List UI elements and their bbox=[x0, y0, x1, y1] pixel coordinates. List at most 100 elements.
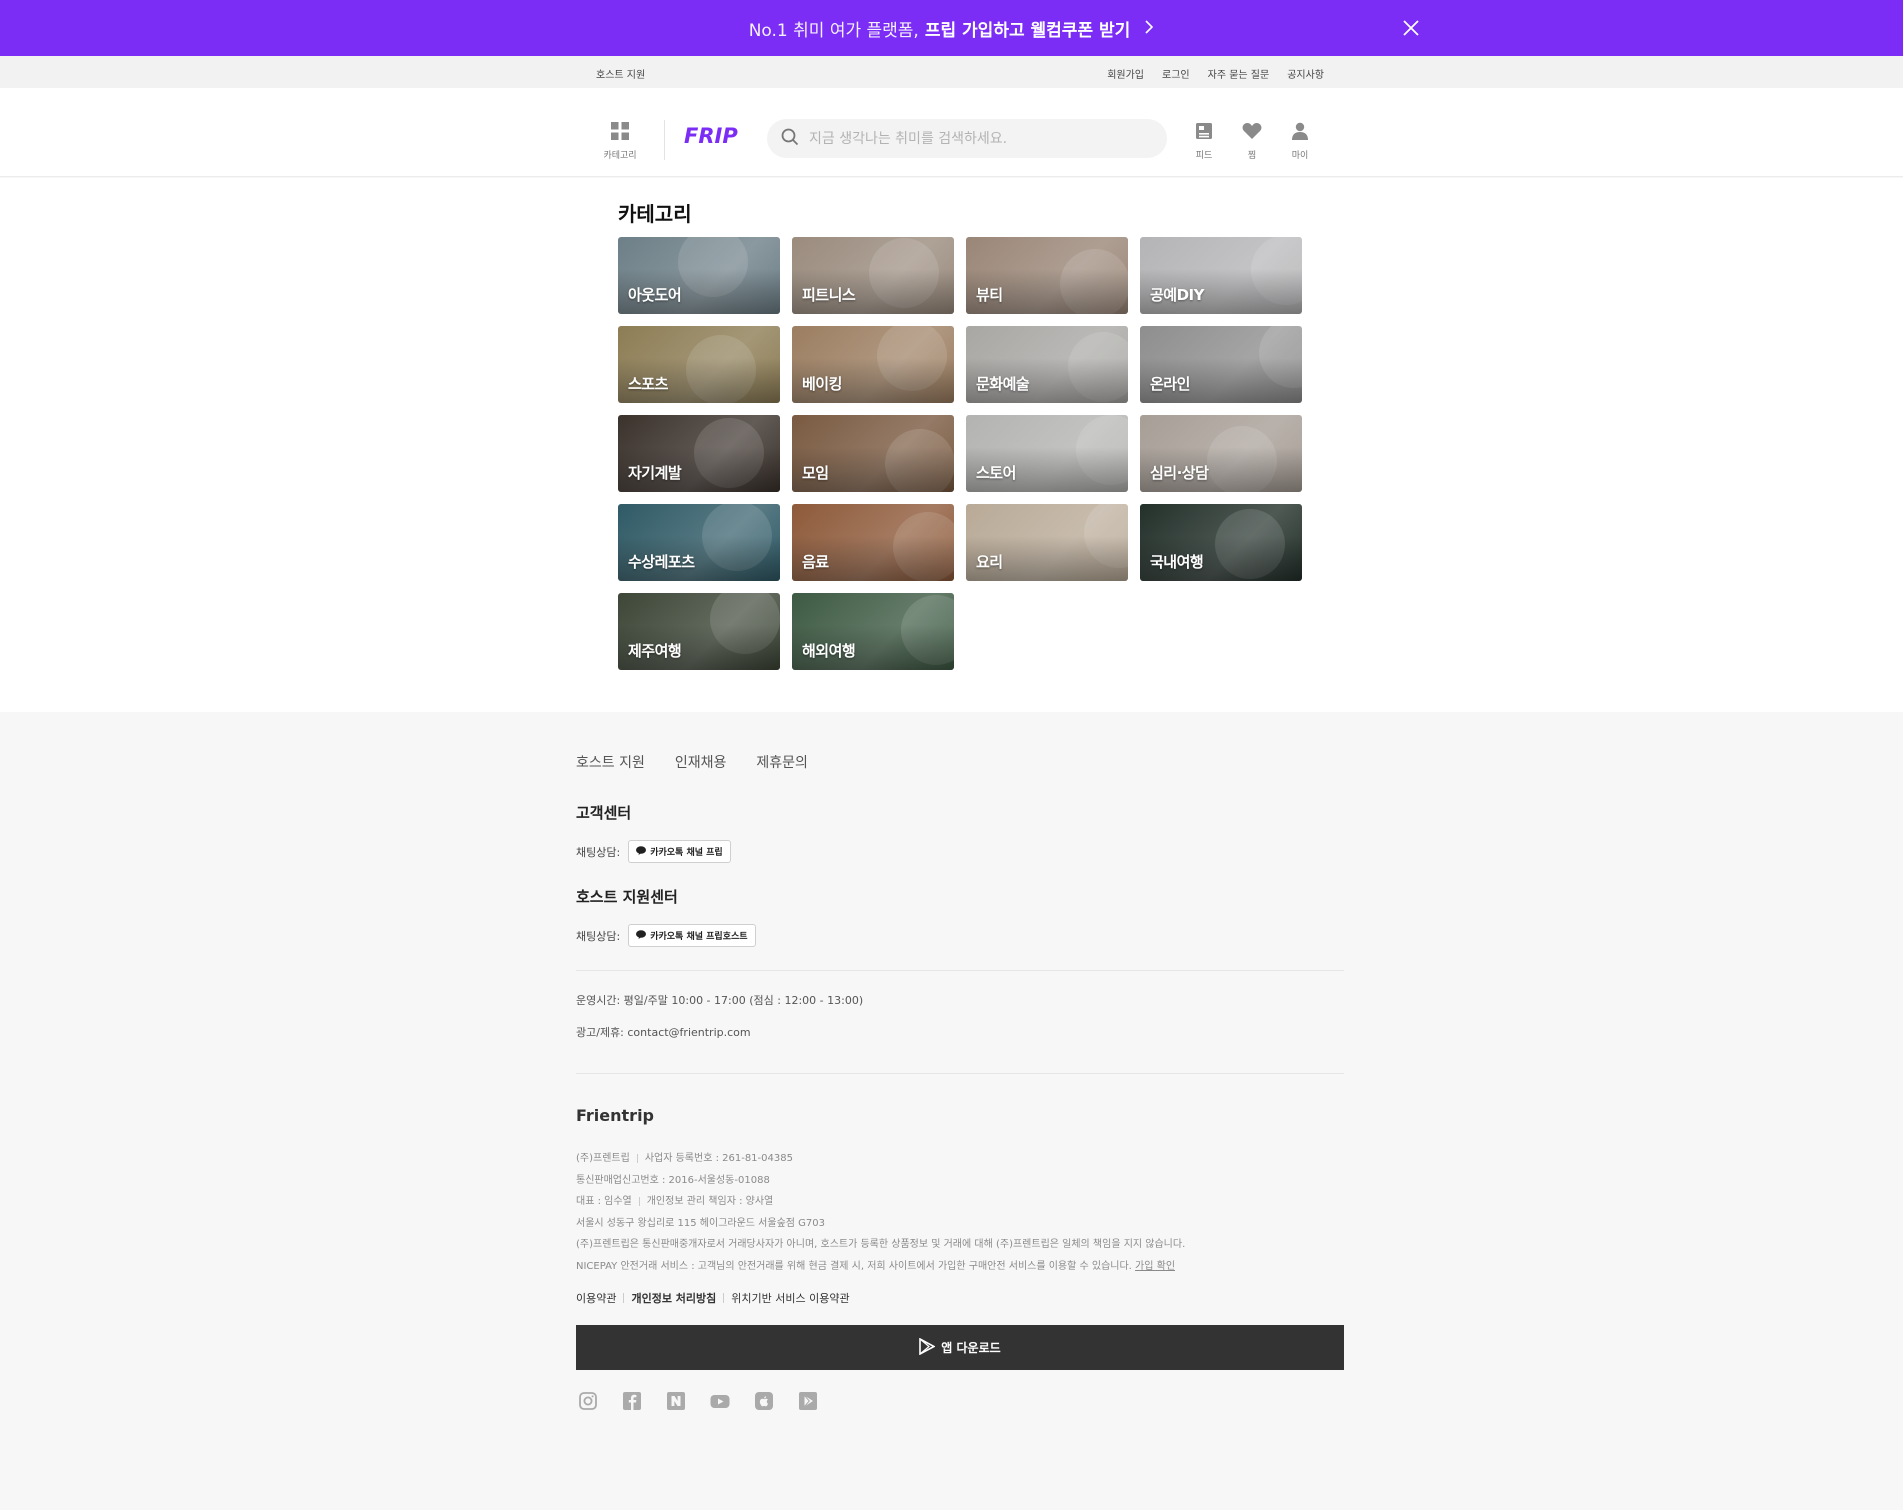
category-tile[interactable]: 온라인 bbox=[1140, 326, 1302, 403]
category-tile[interactable]: 베이킹 bbox=[792, 326, 954, 403]
login-link[interactable]: 로그인 bbox=[1162, 66, 1190, 81]
footer-partnership-link[interactable]: 제휴문의 bbox=[756, 752, 808, 772]
wishlist-label: 찜 bbox=[1247, 151, 1257, 161]
tile-image-placeholder bbox=[869, 238, 939, 308]
chat-bubble-icon bbox=[636, 929, 647, 942]
operating-hours: 운영시간: 평일/주말 10:00 - 17:00 (점심 : 12:00 - … bbox=[576, 994, 864, 1007]
legal-info: (주)프렌트립 사업자 등록번호 : 261-81-04385 통신판매업신고번호… bbox=[576, 1148, 1185, 1277]
svg-text:FRIP: FRIP bbox=[684, 124, 738, 146]
ceo-name: 대표 : 임수열 bbox=[576, 1196, 632, 1207]
privacy-policy-link[interactable]: 개인정보 처리방침 bbox=[631, 1290, 716, 1306]
chevron-right-icon bbox=[1144, 18, 1154, 39]
category-tile[interactable]: 음료 bbox=[792, 504, 954, 581]
location-terms-link[interactable]: 위치기반 서비스 이용약관 bbox=[731, 1290, 849, 1306]
category-tile[interactable]: 문화예술 bbox=[966, 326, 1128, 403]
notice-link[interactable]: 공지사항 bbox=[1287, 66, 1324, 81]
customer-chat-row: 채팅상담: 카카오톡 채널 프립 bbox=[576, 840, 731, 863]
search-input[interactable] bbox=[809, 130, 1129, 147]
my-page-button[interactable]: 마이 bbox=[1286, 122, 1314, 161]
tile-image-placeholder bbox=[1084, 504, 1128, 568]
tile-image-placeholder bbox=[893, 512, 954, 581]
promo-banner[interactable]: No.1 취미 여가 플랫폼, 프립 가입하고 웰컴쿠폰 받기 bbox=[0, 0, 1903, 56]
category-label: 온라인 bbox=[1150, 375, 1190, 393]
frip-logo[interactable]: FRIP bbox=[684, 124, 754, 150]
host-center-title: 호스트 지원센터 bbox=[576, 888, 678, 906]
footer-host-support-link[interactable]: 호스트 지원 bbox=[576, 752, 645, 772]
promo-text: No.1 취미 여가 플랫폼, bbox=[748, 20, 919, 41]
search-icon bbox=[781, 128, 799, 150]
wishlist-button[interactable]: 찜 bbox=[1238, 122, 1266, 161]
category-tile[interactable]: 국내여행 bbox=[1140, 504, 1302, 581]
category-tile[interactable]: 스토어 bbox=[966, 415, 1128, 492]
footer-divider bbox=[576, 1073, 1344, 1074]
header-icons: 피드 찜 마이 bbox=[1190, 122, 1314, 161]
footer-brand: Frientrip bbox=[576, 1106, 654, 1125]
promo-cta[interactable]: 프립 가입하고 웰컴쿠폰 받기 bbox=[925, 16, 1130, 41]
header: 카테고리 FRIP 피드 찜 마이 bbox=[0, 88, 1903, 177]
category-label: 심리·상담 bbox=[1150, 464, 1209, 482]
faq-link[interactable]: 자주 묻는 질문 bbox=[1208, 66, 1270, 81]
category-label: 스포츠 bbox=[628, 375, 668, 393]
host-support-link[interactable]: 호스트 지원 bbox=[596, 66, 645, 81]
social-links bbox=[578, 1391, 818, 1411]
search-bar[interactable] bbox=[767, 119, 1167, 158]
policy-links: 이용약관 개인정보 처리방침 위치기반 서비스 이용약관 bbox=[576, 1290, 850, 1306]
tile-image-placeholder bbox=[877, 326, 947, 391]
customer-center-title: 고객센터 bbox=[576, 804, 632, 822]
grid-icon bbox=[611, 122, 629, 144]
google-play-icon[interactable] bbox=[798, 1391, 818, 1411]
host-chat-label: 채팅상담: bbox=[576, 929, 621, 943]
category-tile[interactable]: 공예DIY bbox=[1140, 237, 1302, 314]
category-label: 국내여행 bbox=[1150, 553, 1204, 571]
heart-icon bbox=[1242, 123, 1262, 144]
category-label: 모임 bbox=[802, 464, 829, 482]
category-tile[interactable]: 피트니스 bbox=[792, 237, 954, 314]
my-page-label: 마이 bbox=[1291, 151, 1309, 161]
category-menu-button[interactable]: 카테고리 bbox=[600, 122, 640, 161]
chat-bubble-icon bbox=[636, 845, 647, 858]
apple-store-icon[interactable] bbox=[754, 1391, 774, 1411]
terms-link[interactable]: 이용약관 bbox=[576, 1290, 616, 1306]
instagram-icon[interactable] bbox=[578, 1391, 598, 1411]
app-download-button[interactable]: 앱 다운로드 bbox=[576, 1325, 1344, 1370]
category-label: 자기계발 bbox=[628, 464, 682, 482]
category-tile[interactable]: 제주여행 bbox=[618, 593, 780, 670]
feed-icon bbox=[1195, 123, 1213, 144]
page-title: 카테고리 bbox=[618, 202, 692, 226]
close-icon[interactable] bbox=[1399, 16, 1423, 40]
signup-link[interactable]: 회원가입 bbox=[1107, 66, 1144, 81]
nicepay-confirm-link[interactable]: 가입 확인 bbox=[1135, 1261, 1175, 1272]
kakao-channel-frip-button[interactable]: 카카오톡 채널 프립 bbox=[628, 840, 731, 863]
category-label: 베이킹 bbox=[802, 375, 842, 393]
youtube-icon[interactable] bbox=[710, 1391, 730, 1411]
ad-contact: 광고/제휴: contact@frientrip.com bbox=[576, 1026, 751, 1039]
category-grid: 아웃도어 피트니스 뷰티 공예DIY 스포츠 베이킹 문화예술 온라인자기계발 모임 스토어 심리·… bbox=[618, 237, 1318, 670]
category-tile[interactable]: 스포츠 bbox=[618, 326, 780, 403]
category-tile[interactable]: 모임 bbox=[792, 415, 954, 492]
category-tile[interactable]: 요리 bbox=[966, 504, 1128, 581]
category-label: 피트니스 bbox=[802, 286, 856, 304]
naver-blog-icon[interactable] bbox=[666, 1391, 686, 1411]
category-tile[interactable]: 해외여행 bbox=[792, 593, 954, 670]
tile-image-placeholder bbox=[702, 504, 772, 571]
category-tile[interactable]: 뷰티 bbox=[966, 237, 1128, 314]
utility-bar: 호스트 지원 회원가입 로그인 자주 묻는 질문 공지사항 bbox=[0, 56, 1903, 88]
business-number: 사업자 등록번호 : 261-81-04385 bbox=[644, 1153, 793, 1164]
facebook-icon[interactable] bbox=[622, 1391, 642, 1411]
kakao-channel-frip-label: 카카오톡 채널 프립 bbox=[650, 848, 723, 858]
footer-links: 호스트 지원 인재채용 제휴문의 bbox=[576, 752, 808, 772]
category-tile[interactable]: 아웃도어 bbox=[618, 237, 780, 314]
nicepay-notice: NICEPAY 안전거래 서비스 : 고객님의 안전거래를 위해 현금 결제 시… bbox=[576, 1260, 1132, 1272]
footer-divider bbox=[576, 970, 1344, 971]
kakao-channel-frip-host-button[interactable]: 카카오톡 채널 프립호스트 bbox=[628, 924, 756, 947]
disclaimer: (주)프렌트립은 통신판매중개자로서 거래당사자가 아니며, 호스트가 등록한 … bbox=[576, 1239, 1186, 1250]
category-tile[interactable]: 심리·상담 bbox=[1140, 415, 1302, 492]
feed-button[interactable]: 피드 bbox=[1190, 122, 1218, 161]
category-tile[interactable]: 수상레포츠 bbox=[618, 504, 780, 581]
tile-image-placeholder bbox=[885, 429, 954, 492]
tile-image-placeholder bbox=[686, 335, 756, 403]
footer-careers-link[interactable]: 인재채용 bbox=[675, 752, 727, 772]
category-tile[interactable]: 자기계발 bbox=[618, 415, 780, 492]
header-divider bbox=[664, 120, 665, 160]
mail-order-number: 통신판매업신고번호 : 2016-서울성동-01088 bbox=[576, 1174, 770, 1186]
